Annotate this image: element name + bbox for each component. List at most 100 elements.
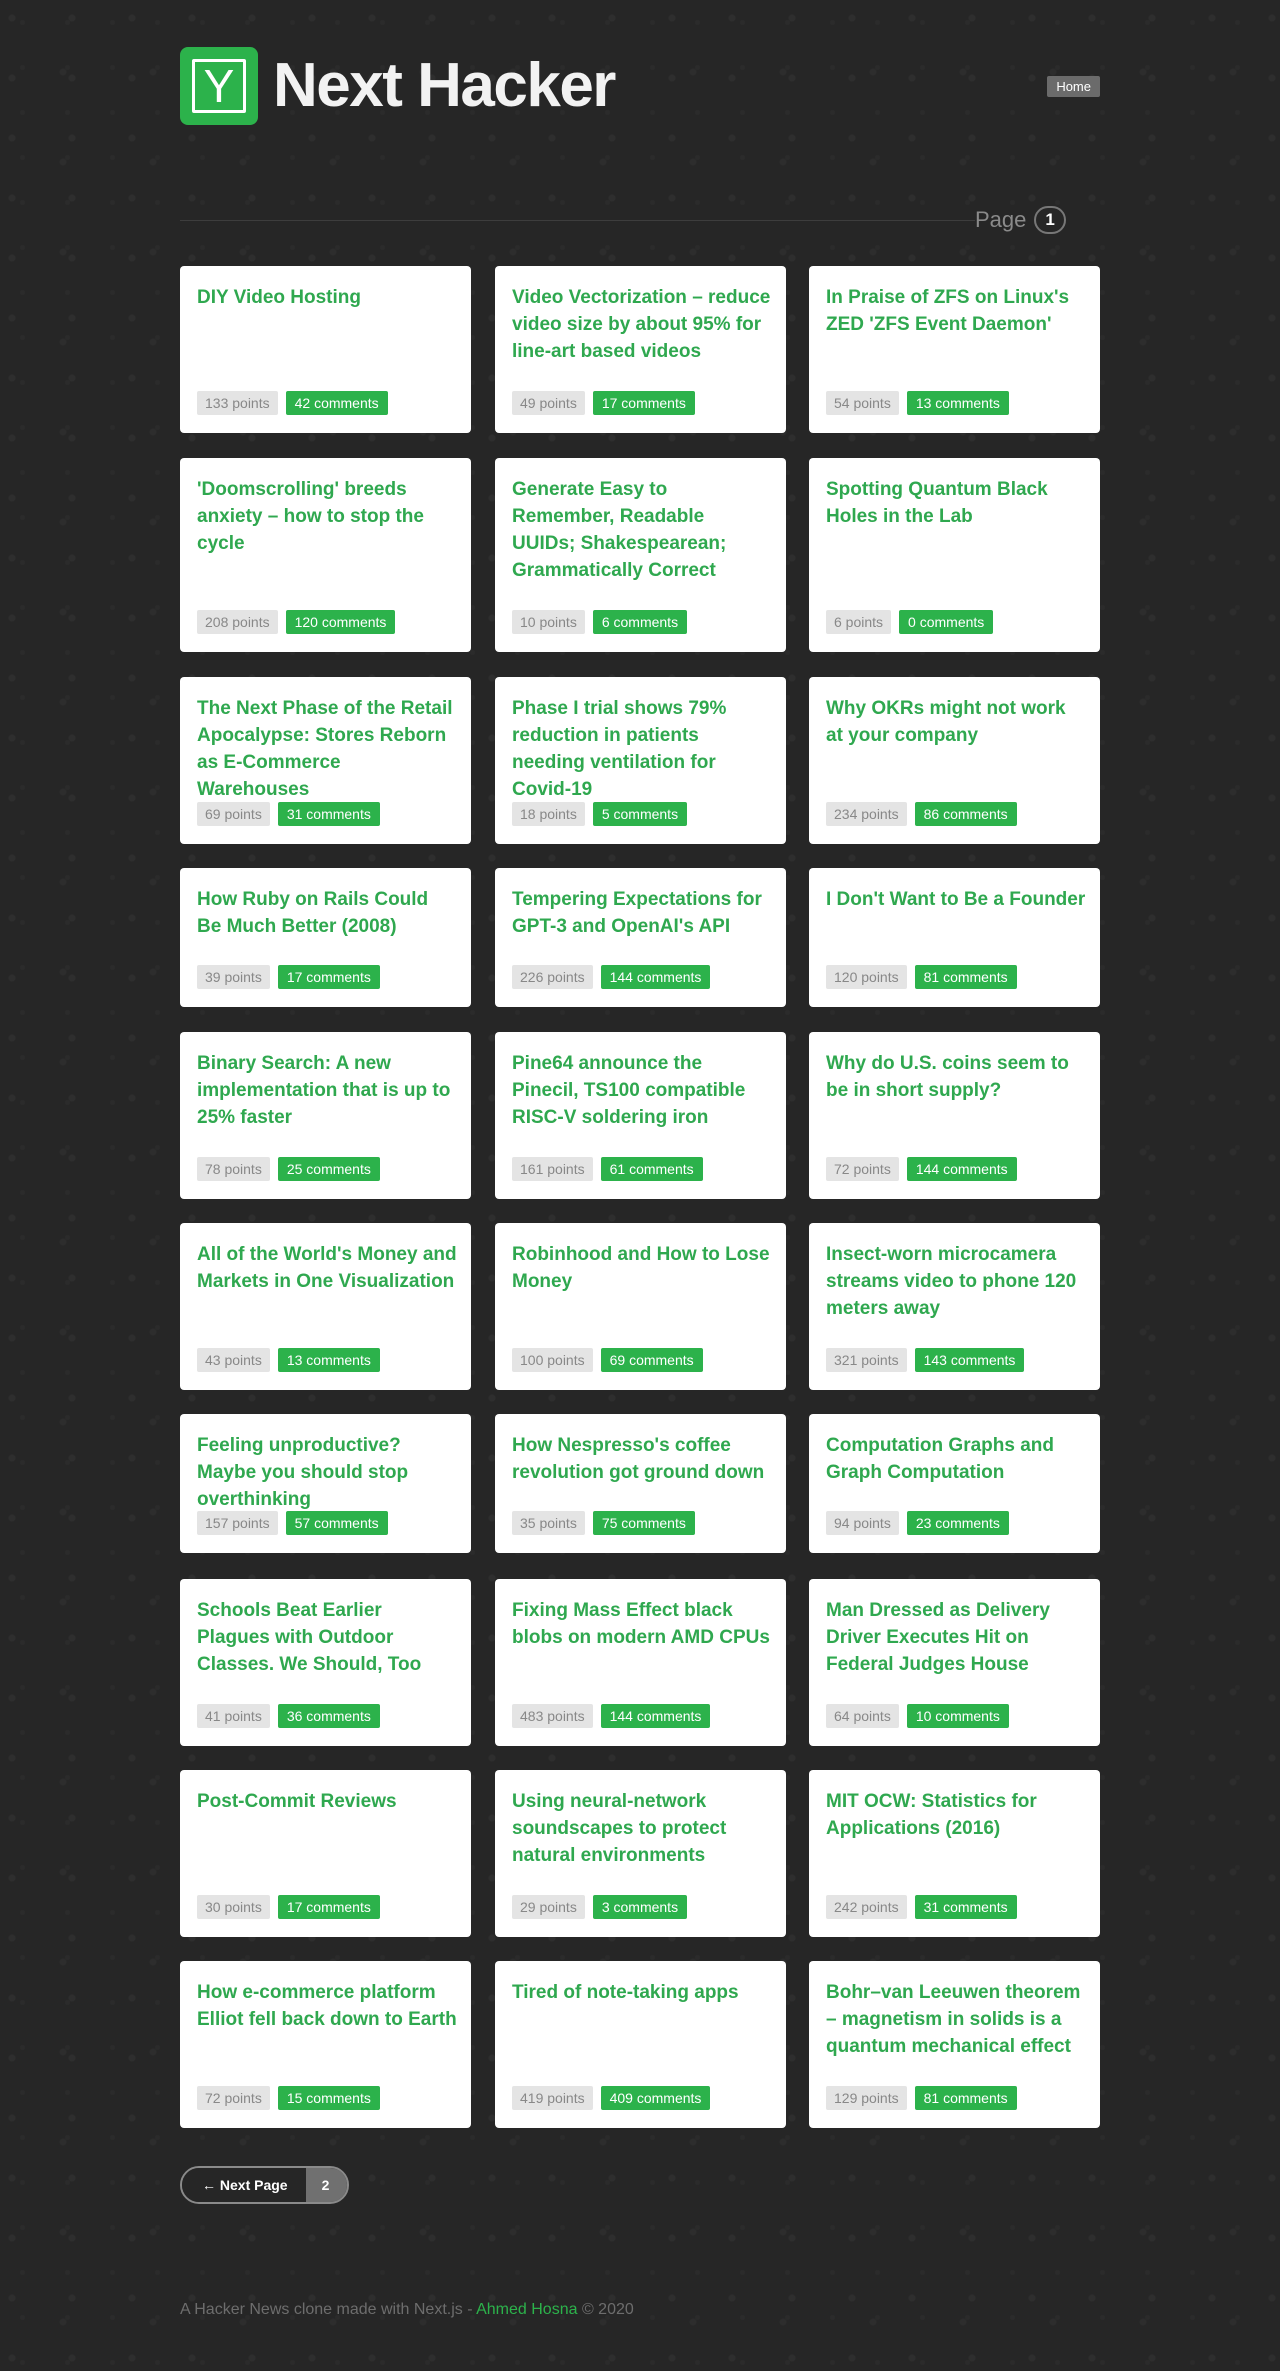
points-badge: 157 points: [197, 1511, 278, 1535]
story-card: Robinhood and How to Lose Money 100 point…: [495, 1223, 786, 1390]
story-title-link[interactable]: Bohr–van Leeuwen theorem – magnetism in …: [826, 1979, 1086, 2060]
story-title-link[interactable]: Binary Search: A new implementation that…: [197, 1050, 457, 1131]
comments-badge[interactable]: 143 comments: [914, 1348, 1025, 1372]
story-title-link[interactable]: Why do U.S. coins seem to be in short su…: [826, 1050, 1086, 1104]
story-title-link[interactable]: Fixing Mass Effect black blobs on modern…: [512, 1597, 772, 1651]
points-badge: 54 points: [826, 391, 899, 415]
comments-badge[interactable]: 69 comments: [600, 1348, 703, 1372]
story-title-link[interactable]: Post-Commit Reviews: [197, 1788, 457, 1815]
comments-badge[interactable]: 75 comments: [592, 1511, 695, 1535]
comments-badge[interactable]: 25 comments: [277, 1157, 380, 1181]
story-title-link[interactable]: How Ruby on Rails Could Be Much Better (…: [197, 886, 457, 940]
story-title-link[interactable]: Tired of note-taking apps: [512, 1979, 772, 2006]
story-title-link[interactable]: Generate Easy to Remember, Readable UUID…: [512, 476, 772, 584]
comments-badge[interactable]: 31 comments: [914, 1895, 1017, 1919]
story-title-link[interactable]: MIT OCW: Statistics for Applications (20…: [826, 1788, 1086, 1842]
comments-badge[interactable]: 3 comments: [592, 1895, 688, 1919]
comments-badge[interactable]: 0 comments: [899, 610, 994, 634]
story-title-link[interactable]: How Nespresso's coffee revolution got gr…: [512, 1432, 772, 1486]
points-badge: 419 points: [512, 2086, 593, 2110]
story-meta: 49 points 17 comments: [512, 391, 695, 415]
story-meta: 10 points 6 comments: [512, 610, 688, 634]
story-title-link[interactable]: Computation Graphs and Graph Computation: [826, 1432, 1086, 1486]
comments-badge[interactable]: 17 comments: [592, 391, 695, 415]
story-title-link[interactable]: How e-commerce platform Elliot fell back…: [197, 1979, 457, 2033]
story-title-link[interactable]: Feeling unproductive? Maybe you should s…: [197, 1432, 457, 1513]
story-title-link[interactable]: Robinhood and How to Lose Money: [512, 1241, 772, 1295]
comments-badge[interactable]: 13 comments: [277, 1348, 380, 1372]
points-badge: 72 points: [826, 1157, 899, 1181]
story-meta: 242 points 31 comments: [826, 1895, 1017, 1919]
story-title-link[interactable]: Spotting Quantum Black Holes in the Lab: [826, 476, 1086, 530]
footer: A Hacker News clone made with Next.js - …: [180, 2301, 634, 2319]
comments-badge[interactable]: 17 comments: [277, 1895, 380, 1919]
story-meta: 41 points 36 comments: [197, 1704, 380, 1728]
logo[interactable]: Y: [180, 47, 258, 125]
comments-badge[interactable]: 10 comments: [906, 1704, 1009, 1728]
story-card: Fixing Mass Effect black blobs on modern…: [495, 1579, 786, 1746]
story-card: Feeling unproductive? Maybe you should s…: [180, 1414, 471, 1553]
story-meta: 129 points 81 comments: [826, 2086, 1017, 2110]
points-badge: 321 points: [826, 1348, 907, 1372]
comments-badge[interactable]: 17 comments: [277, 965, 380, 989]
story-meta: 419 points 409 comments: [512, 2086, 711, 2110]
story-title-link[interactable]: In Praise of ZFS on Linux's ZED 'ZFS Eve…: [826, 284, 1086, 338]
story-meta: 234 points 86 comments: [826, 802, 1017, 826]
comments-badge[interactable]: 5 comments: [592, 802, 688, 826]
points-badge: 483 points: [512, 1704, 593, 1728]
footer-text: A Hacker News clone made with Next.js -: [180, 2301, 477, 2318]
next-page-control[interactable]: ← Next Page 2: [180, 2166, 350, 2204]
story-title-link[interactable]: Using neural-network soundscapes to prot…: [512, 1788, 772, 1869]
story-title-link[interactable]: I Don't Want to Be a Founder: [826, 886, 1086, 913]
story-title-link[interactable]: All of the World's Money and Markets in …: [197, 1241, 457, 1295]
story-title-link[interactable]: DIY Video Hosting: [197, 284, 457, 311]
story-card: MIT OCW: Statistics for Applications (20…: [809, 1770, 1100, 1937]
story-card: How e-commerce platform Elliot fell back…: [180, 1961, 471, 2128]
comments-badge[interactable]: 81 comments: [914, 965, 1017, 989]
story-card: Generate Easy to Remember, Readable UUID…: [495, 458, 786, 652]
page-indicator: Page 1: [975, 205, 1072, 235]
site-title[interactable]: Next Hacker: [273, 51, 616, 121]
site-header: Y Next Hacker Home: [180, 47, 1100, 127]
comments-badge[interactable]: 13 comments: [906, 391, 1009, 415]
story-title-link[interactable]: 'Doomscrolling' breeds anxiety – how to …: [197, 476, 457, 557]
next-page-number[interactable]: 2: [305, 2168, 348, 2202]
story-card: All of the World's Money and Markets in …: [180, 1223, 471, 1390]
points-badge: 64 points: [826, 1704, 899, 1728]
story-title-link[interactable]: Why OKRs might not work at your company: [826, 695, 1086, 749]
story-title-link[interactable]: Pine64 announce the Pinecil, TS100 compa…: [512, 1050, 772, 1131]
comments-badge[interactable]: 61 comments: [600, 1157, 703, 1181]
points-badge: 100 points: [512, 1348, 593, 1372]
comments-badge[interactable]: 23 comments: [906, 1511, 1009, 1535]
comments-badge[interactable]: 36 comments: [277, 1704, 380, 1728]
points-badge: 234 points: [826, 802, 907, 826]
comments-badge[interactable]: 6 comments: [592, 610, 688, 634]
points-badge: 242 points: [826, 1895, 907, 1919]
comments-badge[interactable]: 15 comments: [277, 2086, 380, 2110]
comments-badge[interactable]: 120 comments: [285, 610, 396, 634]
comments-badge[interactable]: 144 comments: [600, 965, 711, 989]
story-card: Why do U.S. coins seem to be in short su…: [809, 1032, 1100, 1199]
story-title-link[interactable]: Insect-worn microcamera streams video to…: [826, 1241, 1086, 1322]
story-title-link[interactable]: Man Dressed as Delivery Driver Executes …: [826, 1597, 1086, 1678]
story-title-link[interactable]: Schools Beat Earlier Plagues with Outdoo…: [197, 1597, 457, 1678]
story-title-link[interactable]: Tempering Expectations for GPT-3 and Ope…: [512, 886, 772, 940]
comments-badge[interactable]: 144 comments: [600, 1704, 711, 1728]
story-title-link[interactable]: Phase I trial shows 79% reduction in pat…: [512, 695, 772, 803]
points-badge: 129 points: [826, 2086, 907, 2110]
next-page-button[interactable]: ← Next Page: [182, 2168, 306, 2202]
comments-badge[interactable]: 409 comments: [600, 2086, 711, 2110]
comments-badge[interactable]: 86 comments: [914, 802, 1017, 826]
comments-badge[interactable]: 31 comments: [277, 802, 380, 826]
comments-badge[interactable]: 57 comments: [285, 1511, 388, 1535]
comments-badge[interactable]: 42 comments: [285, 391, 388, 415]
story-card: Spotting Quantum Black Holes in the Lab 6…: [809, 458, 1100, 652]
comments-badge[interactable]: 81 comments: [914, 2086, 1017, 2110]
story-title-link[interactable]: Video Vectorization – reduce video size …: [512, 284, 772, 365]
author-link[interactable]: Ahmed Hosna: [476, 2301, 577, 2318]
points-badge: 18 points: [512, 802, 585, 826]
story-title-link[interactable]: The Next Phase of the Retail Apocalypse:…: [197, 695, 457, 803]
home-button[interactable]: Home: [1047, 76, 1100, 97]
story-meta: 69 points 31 comments: [197, 802, 380, 826]
comments-badge[interactable]: 144 comments: [906, 1157, 1017, 1181]
